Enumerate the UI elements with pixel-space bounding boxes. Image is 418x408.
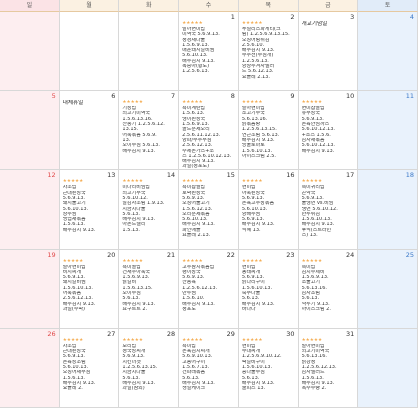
day-number: 4 [409, 13, 414, 21]
day-number: 1 [230, 13, 235, 21]
menu-item: 배추김치 9.13. [301, 148, 335, 154]
day-number: 28 [166, 329, 176, 338]
calendar-day-cell: 30 ★★★★★ 현미밥 부대찌개 1.2.5.6.9.10.12. 떡갈비구이 1.5.6… [238, 328, 299, 408]
weekday-header: 목 [238, 0, 299, 12]
day-number: 15 [226, 171, 235, 180]
menu-item: 스) 13. [301, 233, 318, 239]
menu-item: 1.2.5.6.13. [182, 69, 210, 75]
menu-item: 옥수수빵 2. [301, 386, 327, 392]
day-number: 31 [346, 329, 355, 338]
calendar-day-cell: 14 ★★★★★ 미나리비빔밥 쇠고기무국 5.6.10.12. 알감자조림 1.9.13… [119, 170, 180, 250]
calendar-day-cell: 17 ★★★★★ 흑미귀리밥 곤약국 5.6.9.13. 물냉면 vs.비빔 냉면 5.6.… [298, 170, 359, 250]
calendar-day-cell: 11 [358, 91, 418, 171]
calendar-day-cell: 4 [358, 12, 418, 92]
calendar-day-cell: 25 [358, 249, 418, 329]
calendar-day-cell: 22 ★★★★★ 고추참치볶음밥 팽이장국 5.6.9.13. 깐풍육 1.2.5.6.12… [179, 249, 239, 329]
calendar-day-cell [0, 12, 60, 92]
day-number: 16 [286, 171, 295, 180]
menu-item: 요플레 2.13. [241, 74, 270, 80]
day-number: 27 [107, 329, 116, 338]
menu-item: 아이스크림 2.5. [241, 153, 276, 159]
holiday-label: 개교기념일 [301, 21, 328, 27]
calendar-day-cell: 6 대체휴일 [59, 91, 120, 171]
day-number: 21 [166, 250, 176, 259]
weekday-header: 토 [358, 0, 418, 12]
weekday-header: 수 [179, 0, 239, 12]
menu-item: 과일(참외) [122, 386, 145, 392]
menu-item: 아이스크림 2. [301, 306, 331, 312]
day-number: 22 [226, 250, 235, 259]
calendar-day-cell: 28 ★★★★★ 보리밥 청국장찌개 5.6.9.13. 치킨너겟 1.2.5.6.13.1… [119, 328, 180, 408]
calendar-day-cell [358, 328, 418, 408]
calendar-day-cell: 5 [0, 91, 60, 171]
calendar-day-cell: 21 ★★★★★ 흑미쌀밥 건새우아욱국 1.5.6.9.13. 닭갈비 1.5.6.13.… [119, 249, 180, 329]
day-number: 11 [405, 92, 414, 101]
calendar-day-cell: 2 ★★★★★ 푸실리스파게티(크 림) 1.2.5.6.9.13.15. 오징어링튀김… [238, 12, 299, 92]
calendar-day-cell: 8 ★★★★★ 흑미계란밥 1.5.6.13. 냉이된장국 1.5.6.9.13. 골드훈제… [179, 91, 239, 171]
lunch-menu-calendar: 일 월 화 수 목 금 토 1 ★★★★★ 발아현미밥 미역국 5.6.9.13. 청경채나물 1.5.… [0, 0, 418, 408]
calendar-day-cell: 12 [0, 170, 60, 250]
calendar-day-cell [59, 12, 120, 92]
day-number: 9 [290, 92, 295, 101]
calendar-day-cell: 23 ★★★★★ 현미밥 동태찌개 5.6.9.13. 닭다리구이 1.5.6.10.13.… [238, 249, 299, 329]
day-number: 14 [166, 171, 176, 180]
weekday-header: 일 [0, 0, 60, 12]
weekday-header: 금 [298, 0, 359, 12]
day-number: 13 [107, 171, 116, 180]
day-number: 2 [290, 13, 295, 21]
day-number: 12 [47, 171, 56, 180]
day-number: 23 [286, 250, 295, 259]
holiday-label: 대체휴일 [62, 100, 84, 107]
day-number: 25 [405, 250, 414, 259]
menu-item: 생일케이크 [182, 386, 206, 392]
menu-item: 1.5.13. [122, 227, 140, 233]
menu-item: 식혜 13. [241, 227, 261, 233]
menu-item: 과일(청포도) [182, 164, 210, 170]
calendar-day-cell: 20 ★★★★★ 발아현미밥 비지찌개 5.6.9.13. 돼지갈비찜 1.5.6.10.1… [59, 249, 120, 329]
calendar-day-cell: 16 ★★★★★ 현미밥 아욱된장국 5.6.9.13. 돈육고추장볶음 5.6.10.13… [238, 170, 299, 250]
day-number: 20 [107, 250, 116, 259]
day-number: 19 [47, 250, 56, 259]
day-number: 30 [286, 329, 295, 338]
day-number: 3 [350, 13, 355, 21]
calendar-day-cell: 27 ★★★★★ 차조밥 근대된장국 5.6.9.13. 돈육장조림 5.6.10.13. 오… [59, 328, 120, 408]
day-number: 29 [226, 329, 235, 338]
calendar-day-cell: 31 ★★★★★ 발아현미밥 쇠고기미역국 5.6.13.16. 닭강정 1.2.5.6.1… [298, 328, 359, 408]
day-number: 26 [47, 329, 56, 338]
calendar-day-cell: 18 [358, 170, 418, 250]
day-number: 7 [171, 92, 176, 101]
day-number: 24 [346, 250, 355, 259]
calendar-day-cell: 26 [0, 328, 60, 408]
day-number: 8 [230, 92, 235, 101]
calendar-day-cell: 15 ★★★★★ 흑미찹쌀밥 호박된장국 5.6.9.13. 오징어불고기 1.5.6.12… [179, 170, 239, 250]
day-number: 10 [346, 92, 355, 101]
day-number: 6 [111, 92, 116, 101]
menu-item: 과일(수박) [62, 306, 86, 312]
menu-item: 요플레 2. [62, 386, 83, 392]
calendar-day-cell: 3 개교기념일 [298, 12, 359, 92]
menu-item: 배추김치 9.13. [62, 227, 96, 233]
calendar-day-cell [119, 12, 180, 92]
menu-item: 배추김치 9.13. [122, 148, 156, 154]
menu-item: 청포도 [182, 306, 196, 312]
calendar-day-cell: 13 ★★★★★ 차조밥 근대된장국 5.6.9.13. 돼지불고기 5.6.10.13. 상… [59, 170, 120, 250]
calendar-day-cell: 1 ★★★★★ 발아현미밥 미역국 5.6.9.13. 청경채나물 1.5.6.9.13.… [179, 12, 239, 92]
calendar-day-cell: 19 [0, 249, 60, 329]
menu-item: 요플레 2.13. [182, 233, 211, 239]
calendar-day-cell: 24 ★★★★★ 흑미밥 김치수제비 1.5.6.9.13. 소불고기 5.6.13.16.… [298, 249, 359, 329]
calendar-day-cell: 10 ★★★★★ 현미찹쌀밥 유부장국 5.6.9.13. 돈육안심까스 5.6.10.12… [298, 91, 359, 171]
calendar-day-cell: 7 ★★★★★ 기장밥 쇠고기미역국 1.5.6.13.16. 깐풍기 1.2.5.6.1… [119, 91, 180, 171]
calendar-day-cell: 9 ★★★★★ 발아현미밥 소고기무국 5.6.13.16. 닭볶음탕 1.2.5.6.13… [238, 91, 299, 171]
weekday-header: 화 [119, 0, 180, 12]
menu-item: 요구르트 2. [122, 306, 148, 312]
weekday-header: 월 [59, 0, 120, 12]
calendar-day-cell: 29 ★★★★★ 흑미밥 돈육김치찌개 5.6.9.10.13. 고등어구이 1.5.6.7… [179, 328, 239, 408]
day-number: 17 [346, 171, 355, 180]
menu-item: 바나나 [241, 306, 256, 312]
day-number: 5 [51, 92, 56, 101]
day-number: 18 [405, 171, 414, 180]
menu-item: 쿨피스 13. [241, 386, 266, 392]
